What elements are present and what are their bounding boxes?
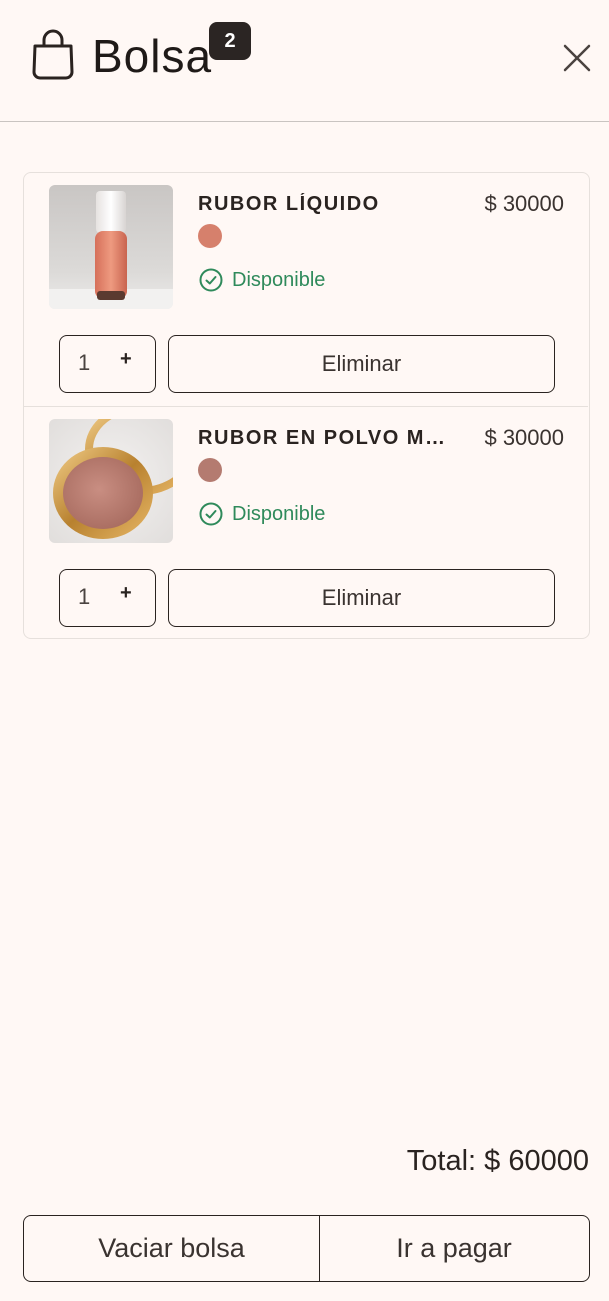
quantity-stepper: 1 + [59, 335, 156, 393]
page-title: Bolsa [92, 30, 213, 82]
cart-item: RUBOR EN POLVO MINERAL $ 30000 Disponibl… [24, 406, 588, 639]
remove-item-button[interactable]: Eliminar [168, 335, 555, 393]
remove-item-button[interactable]: Eliminar [168, 569, 555, 627]
shopping-bag-icon [32, 29, 74, 80]
checkout-button[interactable]: Ir a pagar [320, 1216, 588, 1281]
cart-item-list: RUBOR LÍQUIDO $ 30000 Disponible 1 + Eli… [23, 172, 590, 639]
availability-status: Disponible [198, 501, 325, 527]
cart-item: RUBOR LÍQUIDO $ 30000 Disponible 1 + Eli… [24, 173, 588, 406]
color-swatch [198, 224, 222, 248]
product-image-powder-blush[interactable] [49, 419, 173, 543]
product-price: $ 30000 [484, 425, 564, 450]
check-circle-icon [199, 502, 223, 526]
color-swatch [198, 458, 222, 482]
cart-header: Bolsa 2 [0, 0, 609, 122]
cart-total: Total: $ 60000 [406, 1145, 589, 1177]
increase-quantity-button[interactable]: + [120, 582, 132, 605]
availability-label: Disponible [232, 268, 326, 291]
product-name[interactable]: RUBOR LÍQUIDO [198, 193, 448, 216]
cart-drawer: Bolsa 2 RUBOR LÍQUIDO $ 30000 Disponible… [0, 0, 609, 1301]
availability-label: Disponible [232, 502, 326, 525]
quantity-value: 1 [78, 350, 91, 375]
product-image-liquid-blush[interactable] [49, 185, 173, 309]
quantity-value: 1 [78, 584, 91, 609]
product-price: $ 30000 [484, 191, 564, 216]
product-name[interactable]: RUBOR EN POLVO MINERAL [198, 427, 448, 450]
item-count-badge: 2 [209, 22, 251, 60]
quantity-stepper: 1 + [59, 569, 156, 627]
close-icon[interactable] [559, 40, 595, 76]
cart-actions: Vaciar bolsa Ir a pagar [23, 1215, 590, 1282]
check-circle-icon [199, 268, 223, 292]
empty-bag-button[interactable]: Vaciar bolsa [24, 1216, 320, 1281]
increase-quantity-button[interactable]: + [120, 348, 132, 371]
availability-status: Disponible [198, 267, 325, 293]
